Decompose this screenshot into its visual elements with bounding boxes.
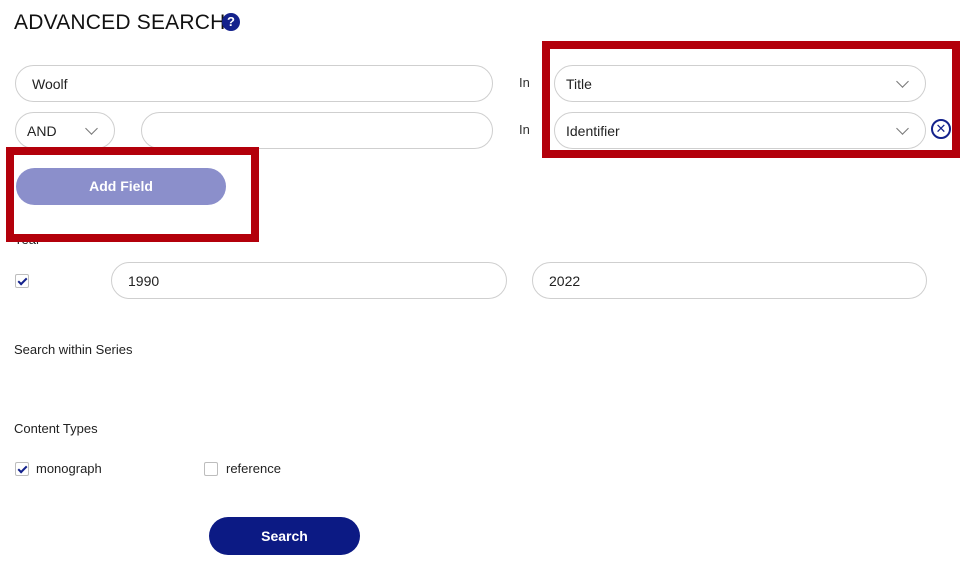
chevron-down-icon bbox=[85, 122, 98, 135]
year-to-field[interactable] bbox=[549, 263, 909, 299]
in-label-1: In bbox=[519, 75, 530, 90]
search-term-input-2[interactable] bbox=[141, 112, 493, 149]
monograph-checkbox[interactable] bbox=[15, 462, 29, 476]
help-icon[interactable]: ? bbox=[222, 13, 240, 31]
reference-checkbox[interactable] bbox=[204, 462, 218, 476]
reference-label: reference bbox=[226, 461, 281, 476]
operator-select-value: AND bbox=[27, 123, 57, 139]
monograph-label: monograph bbox=[36, 461, 102, 476]
year-from-input[interactable] bbox=[111, 262, 507, 299]
search-term-field-2[interactable] bbox=[158, 113, 478, 149]
content-types-label: Content Types bbox=[14, 421, 98, 436]
operator-select[interactable]: AND bbox=[15, 112, 115, 149]
series-label: Search within Series bbox=[14, 342, 133, 357]
search-button[interactable]: Search bbox=[209, 517, 360, 555]
highlight-box-add-field bbox=[6, 147, 259, 242]
in-label-2: In bbox=[519, 122, 530, 137]
year-to-input[interactable] bbox=[532, 262, 927, 299]
page-title: ADVANCED SEARCH bbox=[14, 11, 226, 34]
search-term-field-1[interactable] bbox=[32, 66, 472, 102]
highlight-box-field-selects bbox=[542, 41, 960, 158]
year-from-field[interactable] bbox=[128, 263, 488, 299]
year-checkbox[interactable] bbox=[15, 274, 29, 288]
search-term-input-1[interactable] bbox=[15, 65, 493, 102]
